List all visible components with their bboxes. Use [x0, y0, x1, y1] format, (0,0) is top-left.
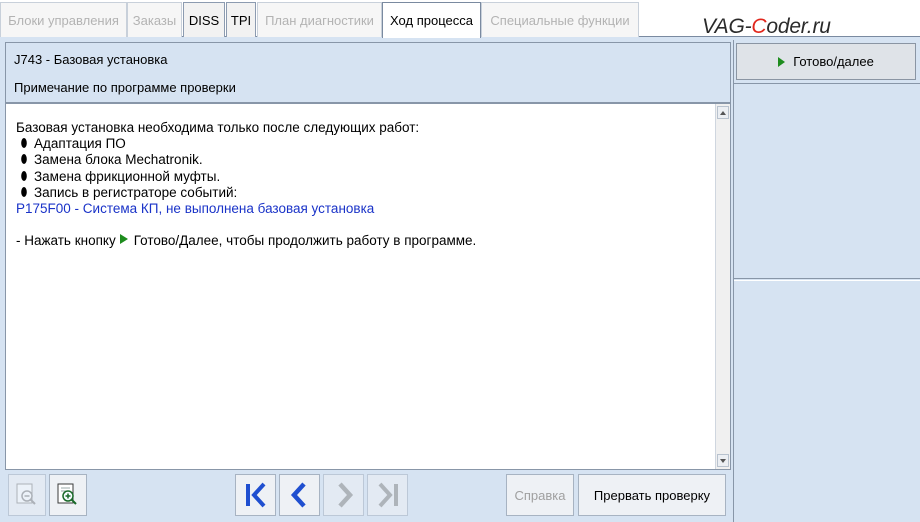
- zoom-out-button[interactable]: [8, 474, 46, 516]
- list-item-label: Запись в регистраторе событий:: [34, 184, 238, 200]
- right-panel: Готово/далее: [733, 40, 920, 522]
- next-button[interactable]: [323, 474, 364, 516]
- watermark-post: oder.ru: [766, 15, 831, 38]
- tab-diagnostic-plan[interactable]: План диагностики: [257, 2, 382, 37]
- divider: [734, 280, 920, 281]
- bullet-icon: [21, 154, 27, 165]
- tab-tpi[interactable]: TPI: [226, 2, 256, 37]
- list-item-label: Замена блока Mechatronik.: [34, 152, 203, 168]
- list-item: Адаптация ПО: [16, 136, 711, 152]
- skip-first-icon: [245, 482, 265, 508]
- previous-button[interactable]: [279, 474, 320, 516]
- bottom-toolbar: Справка Прервать проверку: [0, 470, 736, 522]
- tab-bar: Блоки управления Заказы DISS TPI План ди…: [0, 0, 920, 39]
- chevron-right-icon: [337, 482, 353, 508]
- help-button[interactable]: Справка: [506, 474, 574, 516]
- list-item: Запись в регистраторе событий:: [16, 185, 711, 201]
- page-title: J743 - Базовая установка: [14, 52, 168, 67]
- zoom-in-button[interactable]: [49, 474, 87, 516]
- list-item: Замена блока Mechatronik.: [16, 152, 711, 168]
- tab-orders[interactable]: Заказы: [127, 2, 182, 37]
- instruction-after: Готово/Далее, чтобы продолжить работу в …: [133, 233, 477, 249]
- content-text: Базовая установка необходима только посл…: [16, 120, 711, 249]
- list-item: Замена фрикционной муфты.: [16, 169, 711, 185]
- divider: [734, 83, 920, 84]
- ready-next-label: Готово/далее: [793, 54, 874, 69]
- bullet-icon: [21, 170, 27, 181]
- tab-control-units[interactable]: Блоки управления: [0, 2, 127, 37]
- skip-last-icon: [378, 482, 398, 508]
- tab-special-functions[interactable]: Специальные функции: [481, 2, 639, 37]
- instruction-line: - Нажать кнопку Готово/Далее, чтобы продо…: [16, 233, 711, 249]
- page-subtitle: Примечание по программе проверки: [14, 80, 236, 95]
- scroll-down-button[interactable]: [717, 454, 729, 467]
- arrow-down-icon: [720, 458, 726, 463]
- chevron-left-icon: [290, 482, 306, 508]
- arrow-up-icon: [720, 110, 726, 115]
- divider: [734, 278, 920, 279]
- vertical-scrollbar[interactable]: [715, 104, 730, 469]
- test-header: J743 - Базовая установка Примечание по п…: [5, 42, 731, 103]
- intro-text: Базовая установка необходима только посл…: [16, 120, 420, 135]
- first-page-button[interactable]: [235, 474, 276, 516]
- play-icon: [119, 234, 128, 245]
- fault-code-line: P175F00 - Система КП, не выполнена базов…: [16, 201, 375, 217]
- zoom-out-icon: [16, 483, 36, 505]
- play-icon: [778, 56, 786, 67]
- list-item-label: Замена фрикционной муфты.: [34, 168, 221, 184]
- tab-diss[interactable]: DISS: [183, 2, 225, 37]
- bullet-icon: [21, 186, 27, 197]
- list-item-label: Адаптация ПО: [34, 136, 126, 152]
- tab-process-flow[interactable]: Ход процесса: [382, 2, 481, 38]
- instruction-before: - Нажать кнопку: [16, 233, 116, 249]
- zoom-in-icon: [57, 483, 77, 505]
- watermark-pre: VAG-: [702, 15, 752, 38]
- content-panel[interactable]: Базовая установка необходима только посл…: [5, 103, 731, 470]
- watermark-accent: C: [751, 15, 767, 38]
- watermark-logo: VAG-Coder.ru: [702, 15, 831, 39]
- bullet-icon: [21, 138, 27, 149]
- ready-next-button[interactable]: Готово/далее: [736, 43, 916, 80]
- scroll-up-button[interactable]: [717, 106, 729, 119]
- last-page-button[interactable]: [367, 474, 408, 516]
- abort-test-button[interactable]: Прервать проверку: [578, 474, 726, 516]
